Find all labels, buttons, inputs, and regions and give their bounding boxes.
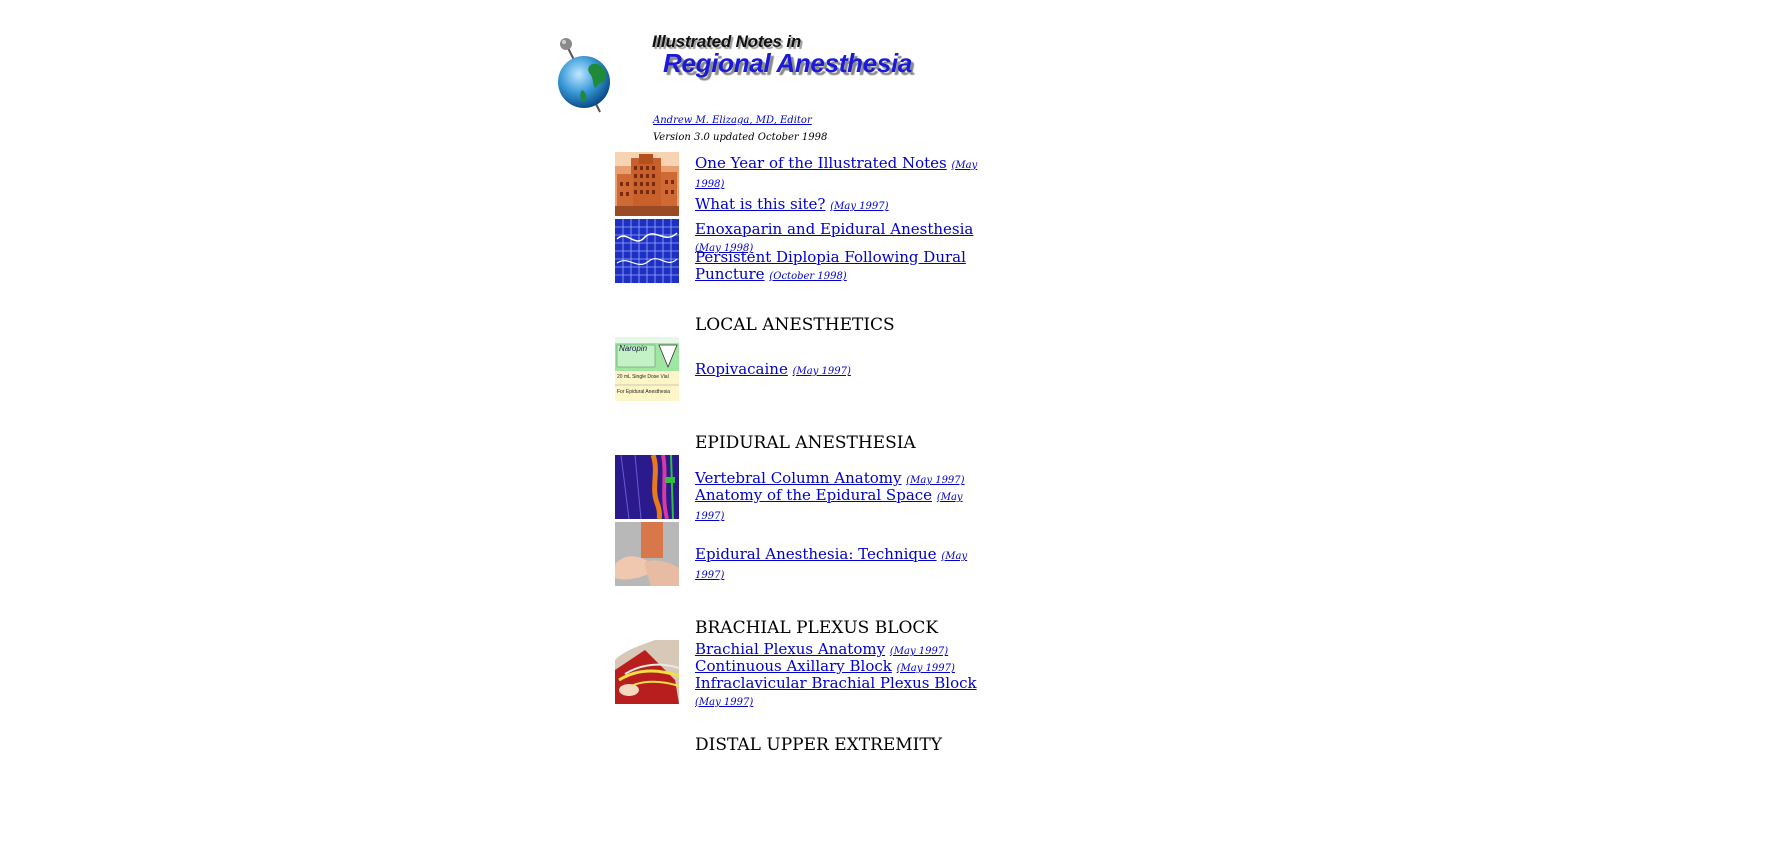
intro-item-link[interactable]: What is this site? [695,195,825,213]
brachial-item-date[interactable]: (May 1997) [890,646,948,657]
intro-item-diplopia[interactable]: Persistent Diplopia Following Dural Punc… [695,249,985,285]
intro-item-link[interactable]: Enoxaparin and Epidural Anesthesia [695,220,973,238]
brachial-item-link[interactable]: Infraclavicular Brachial Plexus Block [695,674,977,692]
section-heading-distal-upper-extremity: DISTAL UPPER EXTREMITY [695,735,942,755]
epidural-item-link[interactable]: Vertebral Column Anatomy [695,469,902,487]
hands-thumbnail[interactable] [615,522,679,586]
plexus-thumbnail[interactable] [615,640,679,704]
globe-logo [552,34,618,116]
brachial-item-infraclavicular[interactable]: Infraclavicular Brachial Plexus Block (M… [695,675,985,711]
drug-label-volume: 20 mL Single Dose Vial [617,374,669,380]
epidural-item-link[interactable]: Epidural Anesthesia: Technique [695,545,937,563]
version-text: Version 3.0 updated October 1998 [653,132,828,143]
intro-item-link[interactable]: One Year of the Illustrated Notes [695,154,947,172]
brachial-item-date[interactable]: (May 1997) [695,697,753,708]
title-line-2: Regional Anesthesia [663,48,913,78]
brachial-item-date[interactable]: (May 1997) [897,663,955,674]
brachial-item-link[interactable]: Continuous Axillary Block [695,657,892,675]
brachial-item-link[interactable]: Brachial Plexus Anatomy [695,640,885,658]
intro-item-what-is-this[interactable]: What is this site? (May 1997) [695,196,985,215]
epidural-item-link[interactable]: Anatomy of the Epidural Space [695,486,932,504]
editor-link[interactable]: Andrew M. Elizaga, MD, Editor [653,115,812,126]
drug-label-name: Naropin [619,344,648,353]
intro-item-date[interactable]: (May 1997) [830,201,888,212]
section-heading-epidural-anesthesia: EPIDURAL ANESTHESIA [695,433,916,453]
section-heading-local-anesthetics: LOCAL ANESTHETICS [695,315,895,335]
building-thumbnail[interactable] [615,152,679,216]
local-item-date[interactable]: (May 1997) [793,366,851,377]
drug-label-use: For Epidural Anesthesia [617,389,671,395]
intro-item-one-year[interactable]: One Year of the Illustrated Notes (May 1… [695,155,985,193]
section-heading-brachial-plexus: BRACHIAL PLEXUS BLOCK [695,618,939,638]
epidural-item-technique[interactable]: Epidural Anesthesia: Technique (May 1997… [695,546,985,584]
epidural-item-space[interactable]: Anatomy of the Epidural Space (May 1997) [695,487,985,525]
epidural-item-date[interactable]: (May 1997) [906,475,964,486]
site-title-logo: Illustrated Notes in Regional Anesthesia [648,30,938,90]
spine-thumbnail[interactable] [615,455,679,519]
local-item-link[interactable]: Ropivacaine [695,360,788,378]
ultrasound-thumbnail[interactable] [615,219,679,283]
local-item-ropivacaine[interactable]: Ropivacaine (May 1997) [695,361,985,380]
intro-item-date[interactable]: (October 1998) [769,271,846,282]
